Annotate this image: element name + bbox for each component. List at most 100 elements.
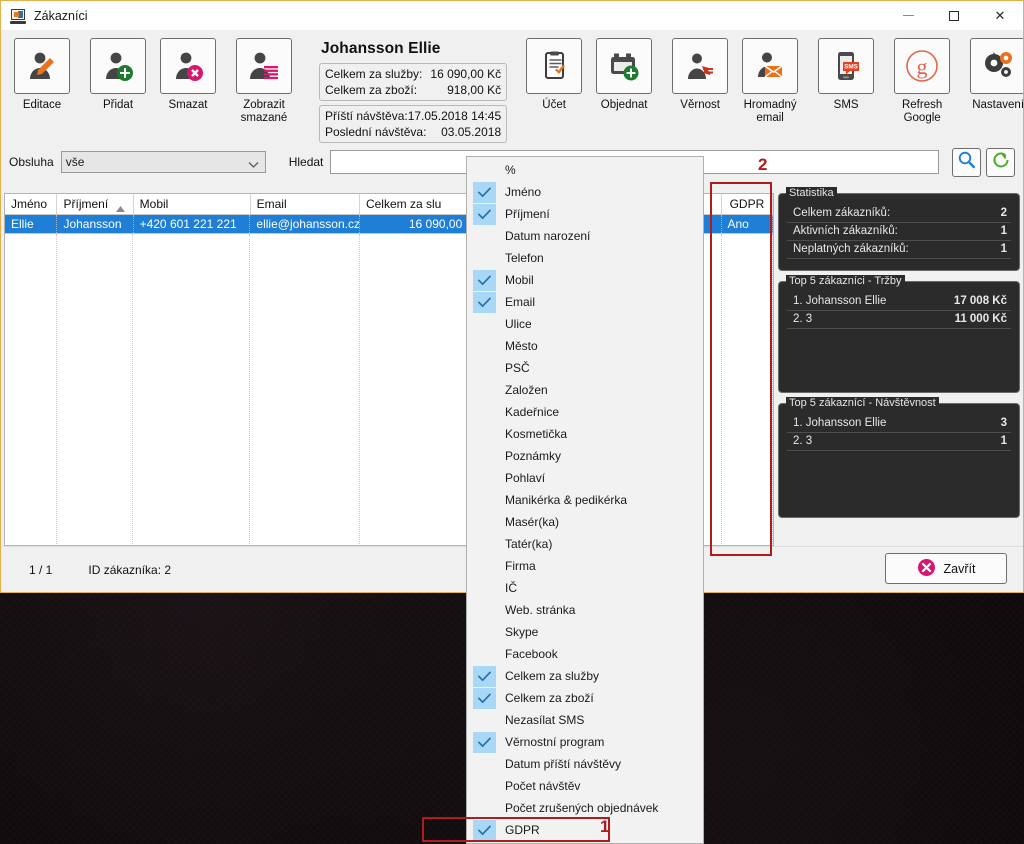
menu-item-kosmeti-ka[interactable]: Kosmetička	[467, 423, 703, 445]
menu-item-pohlav[interactable]: Pohlaví	[467, 467, 703, 489]
column-label: Email	[256, 197, 287, 211]
search-button[interactable]	[952, 147, 981, 177]
menu-item-v-rnostn-program[interactable]: Věrnostní program	[467, 731, 703, 753]
toolbar-button-nastaveni[interactable]: Nastavení	[968, 38, 1023, 112]
obsluha-label: Obsluha	[9, 155, 54, 169]
menu-item-label: Počet návštěv	[505, 779, 581, 793]
top-row[interactable]: 1. Johansson Ellie 3	[787, 415, 1011, 433]
column-header-jmeno[interactable]: Jméno	[5, 194, 58, 214]
column-label: GDPR	[729, 197, 765, 211]
menu-item-kade-nice[interactable]: Kadeřnice	[467, 401, 703, 423]
menu-item-mas-r-ka[interactable]: Masér(ka)	[467, 511, 703, 533]
menu-item-skype[interactable]: Skype	[467, 621, 703, 643]
info-value: 03.05.2018	[441, 125, 502, 139]
toolbar-button-objednat[interactable]: Objednat	[594, 38, 654, 112]
toolbar-label: Nastavení	[972, 99, 1024, 111]
top-row[interactable]: 2. 3 1	[787, 433, 1011, 451]
checkbox-empty-icon	[473, 754, 496, 775]
top-row[interactable]: 1. Johansson Ellie 17 008 Kč	[787, 293, 1011, 311]
checkbox-empty-icon	[473, 358, 496, 379]
column-header-celkem-za-sluzby[interactable]: Celkem za slu	[360, 194, 470, 214]
menu-item-label: IČ	[505, 581, 517, 595]
user-loyalty-icon	[672, 38, 729, 94]
customer-name: Johansson Ellie	[321, 40, 441, 57]
menu-item-[interactable]: %	[467, 159, 703, 181]
column-header-mobil[interactable]: Mobil	[134, 194, 251, 214]
column-header-prijmeni[interactable]: Příjmení	[57, 194, 134, 214]
menu-item-m-sto[interactable]: Město	[467, 335, 703, 357]
menu-item-web-str-nka[interactable]: Web. stránka	[467, 599, 703, 621]
checkbox-empty-icon	[473, 336, 496, 357]
toolbar-button-ucet[interactable]: Účet	[524, 38, 584, 112]
close-button[interactable]: ✕	[977, 1, 1023, 30]
checkbox-empty-icon	[473, 490, 496, 511]
menu-item-zalo-en[interactable]: Založen	[467, 379, 703, 401]
toolbar-label: Věrnost	[680, 99, 720, 111]
toolbar-button-pridat[interactable]: Přidat	[88, 38, 148, 112]
toolbar-button-refresh-google[interactable]: g Refresh Google	[892, 38, 952, 125]
checkbox-empty-icon	[473, 314, 496, 335]
menu-item-mobil[interactable]: Mobil	[467, 269, 703, 291]
maximize-button[interactable]	[931, 1, 977, 30]
menu-item-ulice[interactable]: Ulice	[467, 313, 703, 335]
refresh-button[interactable]	[986, 147, 1015, 177]
checkbox-empty-icon	[473, 446, 496, 467]
menu-item-celkem-za-zbo[interactable]: Celkem za zboží	[467, 687, 703, 709]
stat-key: Celkem zákazníků:	[793, 207, 891, 219]
group-title: Statistika	[786, 187, 837, 199]
toolbar-label: Hromadný email	[743, 99, 797, 124]
column-header-email[interactable]: Email	[251, 194, 360, 214]
menu-item-telefon[interactable]: Telefon	[467, 247, 703, 269]
toolbar-button-smazat[interactable]: Smazat	[158, 38, 218, 112]
column-header-gdpr[interactable]: GDPR	[722, 194, 774, 214]
toolbar-button-hromadny-email[interactable]: Hromadný email	[740, 38, 800, 125]
obsluha-select[interactable]: vše	[60, 151, 266, 173]
checkbox-empty-icon	[473, 556, 496, 577]
menu-item-facebook[interactable]: Facebook	[467, 643, 703, 665]
top-value: 17 008 Kč	[953, 295, 1007, 307]
menu-item-celkem-za-slu-by[interactable]: Celkem za služby	[467, 665, 703, 687]
checkmark-icon	[473, 291, 496, 313]
info-row: Příští návštěva: 17.05.2018 14:45	[325, 108, 501, 124]
menu-item-p-jmen[interactable]: Příjmení	[467, 203, 703, 225]
menu-item-label: Celkem za zboží	[505, 691, 594, 705]
menu-item-po-et-zru-en-ch-objedn-vek[interactable]: Počet zrušených objednávek	[467, 797, 703, 819]
menu-item-datum-narozen[interactable]: Datum narození	[467, 225, 703, 247]
info-value: 17.05.2018 14:45	[407, 109, 502, 123]
column-label: Mobil	[139, 197, 169, 211]
checkbox-empty-icon	[473, 798, 496, 819]
menu-item-label: Web. stránka	[505, 603, 576, 617]
info-value: 918,00 Kč	[447, 83, 502, 97]
menu-item-firma[interactable]: Firma	[467, 555, 703, 577]
checkbox-empty-icon	[473, 534, 496, 555]
menu-item-po-et-n-v-t-v[interactable]: Počet návštěv	[467, 775, 703, 797]
menu-item-pozn-mky[interactable]: Poznámky	[467, 445, 703, 467]
menu-item-datum-p-t-n-v-t-vy[interactable]: Datum příští návštěvy	[467, 753, 703, 775]
menu-item-gdpr[interactable]: GDPR	[467, 819, 703, 841]
checkmark-icon	[473, 203, 496, 225]
checkbox-empty-icon	[473, 512, 496, 533]
menu-item-manik-rka-pedik-rka[interactable]: Manikérka & pedikérka	[467, 489, 703, 511]
menu-item-ps[interactable]: PSČ	[467, 357, 703, 379]
top-row[interactable]: 2. 3 11 000 Kč	[787, 311, 1011, 329]
menu-item-label: Město	[505, 339, 538, 353]
toolbar-button-sms[interactable]: SMS SMS	[816, 38, 876, 112]
menu-item-nezas-lat-sms[interactable]: Nezasílat SMS	[467, 709, 703, 731]
zavrit-button[interactable]: Zavřít	[885, 553, 1007, 584]
toolbar-button-zobrazit-smazane[interactable]: Zobrazit smazané	[234, 38, 294, 125]
stat-row: Celkem zákazníků: 2	[787, 205, 1011, 223]
minimize-button[interactable]	[885, 1, 931, 30]
cell-prijmeni: Johansson	[57, 215, 134, 233]
menu-item-label: Jméno	[505, 185, 542, 199]
column-chooser-menu[interactable]: % Jméno Příjmení Datum narození Telefon Mobil…	[466, 156, 704, 844]
menu-item-email[interactable]: Email	[467, 291, 703, 313]
menu-item-label: GDPR	[505, 823, 540, 837]
booking-add-icon	[596, 38, 653, 94]
menu-item-jm-no[interactable]: Jméno	[467, 181, 703, 203]
menu-item-label: Pohlaví	[505, 471, 546, 485]
menu-item-tat-r-ka[interactable]: Tatér(ka)	[467, 533, 703, 555]
toolbar-button-editace[interactable]: Editace	[12, 38, 72, 112]
obsluha-value: vše	[65, 155, 85, 169]
toolbar-button-vernost[interactable]: Věrnost	[670, 38, 730, 112]
menu-item-i[interactable]: IČ	[467, 577, 703, 599]
